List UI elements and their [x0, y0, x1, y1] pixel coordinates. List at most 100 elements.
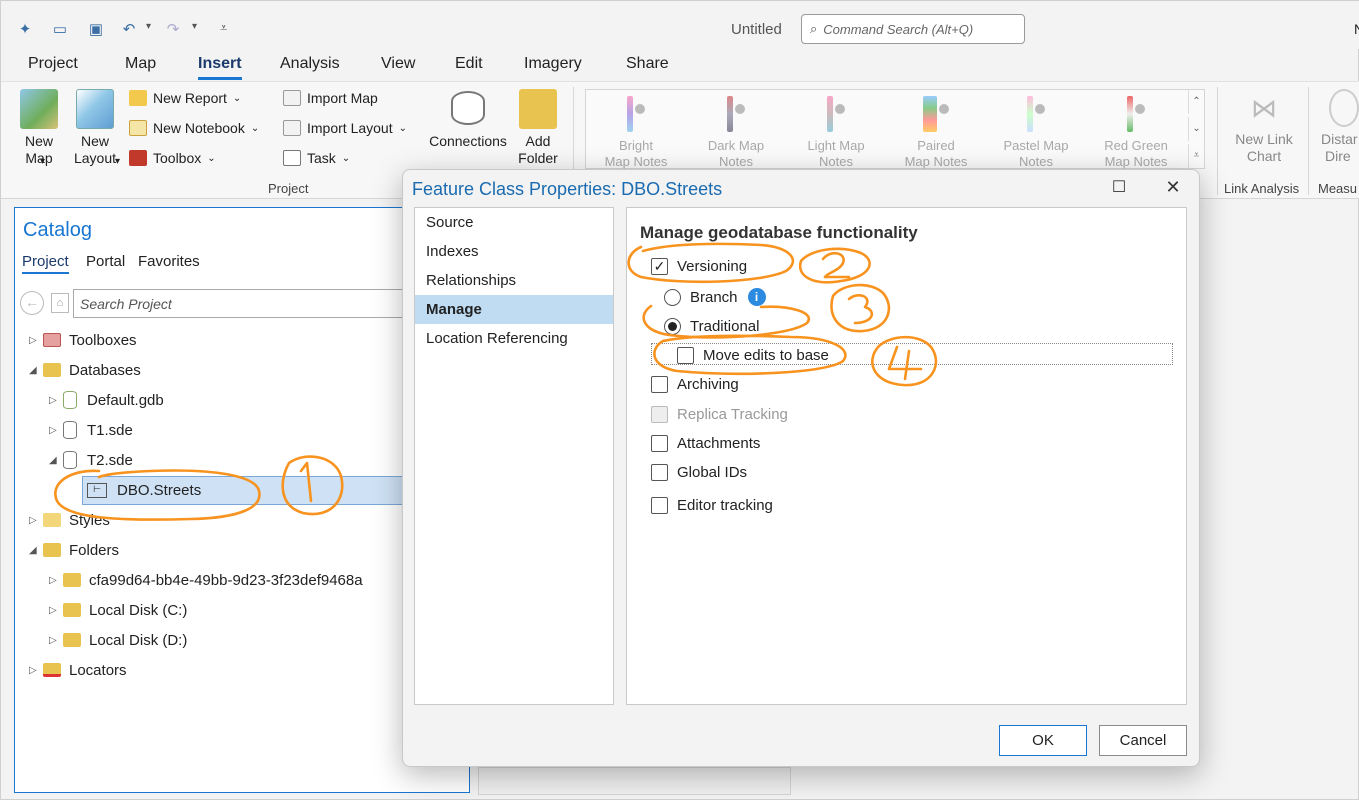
traditional-option[interactable]: Traditional	[664, 315, 759, 337]
tree-label: Folders	[69, 541, 120, 559]
global-ids-checkbox[interactable]	[651, 463, 668, 481]
gallery-label: Pastel Map	[1003, 138, 1069, 153]
expand-caret-icon[interactable]: ▷	[29, 335, 43, 346]
import-map-button[interactable]: Import Map	[283, 90, 378, 106]
cancel-button[interactable]: Cancel	[1099, 725, 1187, 756]
tree-item-local-disk-c[interactable]: ▷ Local Disk (C:)	[49, 599, 187, 621]
tree-item-local-disk-d[interactable]: ▷ Local Disk (D:)	[49, 629, 187, 651]
tab-analysis[interactable]: Analysis	[280, 55, 340, 73]
gallery-item-paired[interactable]: Paired Map Notes	[888, 94, 984, 170]
redo-dropdown-icon[interactable]: ▾	[192, 21, 197, 32]
catalog-tab-project[interactable]: Project	[22, 253, 69, 274]
tree-item-styles[interactable]: ▷ Styles	[29, 509, 110, 531]
gallery-item-light[interactable]: Light Map Notes	[788, 94, 884, 170]
editor-tracking-checkbox[interactable]	[651, 496, 668, 514]
catalog-tab-favorites[interactable]: Favorites	[138, 253, 200, 270]
nav-item-relationships[interactable]: Relationships	[415, 266, 613, 295]
new-link-chart-button[interactable]: ⋈ New Link Chart	[1227, 89, 1301, 165]
tree-item-toolboxes[interactable]: ▷ Toolboxes	[29, 329, 137, 351]
maximize-icon[interactable]: ☐	[1105, 177, 1133, 197]
tree-item-locators[interactable]: ▷ Locators	[29, 659, 127, 681]
tab-insert[interactable]: Insert	[198, 55, 242, 80]
archiving-option[interactable]: Archiving	[651, 373, 739, 395]
info-icon[interactable]: i	[747, 288, 766, 306]
archiving-checkbox[interactable]	[651, 375, 668, 393]
back-arrow-icon[interactable]: ←	[20, 291, 44, 315]
new-map-dropdown-icon[interactable]: ▾	[40, 156, 45, 167]
gallery-scroll-down-icon[interactable]: ⌄	[1188, 117, 1204, 141]
task-button[interactable]: Task ⌄	[283, 150, 350, 166]
expand-caret-icon[interactable]: ▷	[49, 605, 63, 616]
expand-caret-icon[interactable]: ▷	[49, 635, 63, 646]
nav-item-source[interactable]: Source	[415, 208, 613, 237]
toolbox-button[interactable]: Toolbox ⌄	[129, 150, 216, 166]
ok-button[interactable]: OK	[999, 725, 1087, 756]
attachments-option[interactable]: Attachments	[651, 432, 760, 454]
tree-item-project-folder[interactable]: ▷ cfa99d64-bb4e-49bb-9d23-3f23def9468a	[49, 569, 363, 591]
tree-item-folders[interactable]: ◢ Folders	[29, 539, 119, 561]
expand-caret-icon[interactable]: ▷	[49, 425, 63, 436]
gallery-item-dark[interactable]: Dark Map Notes	[688, 94, 784, 170]
undo-icon[interactable]: ↶	[118, 18, 140, 40]
home-icon[interactable]: ⌂	[51, 293, 69, 313]
collapse-caret-icon[interactable]: ◢	[49, 455, 63, 466]
gallery-item-red-green[interactable]: Red Green Map Notes	[1088, 94, 1184, 170]
branch-option[interactable]: Branch i	[664, 286, 766, 308]
traditional-radio[interactable]	[664, 317, 681, 335]
tab-map[interactable]: Map	[125, 55, 156, 73]
tab-view[interactable]: View	[381, 55, 415, 73]
tab-share[interactable]: Share	[626, 55, 669, 73]
command-search-input[interactable]: ⌕ Command Search (Alt+Q)	[801, 14, 1025, 44]
open-project-icon[interactable]: ▭	[49, 18, 71, 40]
new-notebook-button[interactable]: New Notebook ⌄	[129, 120, 259, 136]
tree-item-default-gdb[interactable]: ▷ Default.gdb	[49, 389, 164, 411]
tab-edit[interactable]: Edit	[455, 55, 483, 73]
catalog-tab-portal[interactable]: Portal	[86, 253, 125, 270]
versioning-checkbox[interactable]: ✓	[651, 257, 668, 275]
new-link-chart-label: New Link Chart	[1235, 131, 1293, 164]
expand-caret-icon[interactable]: ▷	[29, 515, 43, 526]
gallery-label: Map Notes	[1104, 154, 1168, 169]
save-project-icon[interactable]: ▣	[85, 18, 107, 40]
collapse-caret-icon[interactable]: ◢	[29, 545, 43, 556]
report-icon	[129, 90, 147, 106]
close-icon[interactable]: ✕	[1159, 177, 1187, 198]
add-folder-button[interactable]: Add Folder	[513, 89, 563, 167]
tree-item-databases[interactable]: ◢ Databases	[29, 359, 141, 381]
undo-dropdown-icon[interactable]: ▾	[146, 21, 151, 32]
collapse-caret-icon[interactable]: ◢	[29, 365, 43, 376]
tab-imagery[interactable]: Imagery	[524, 55, 582, 73]
move-edits-checkbox[interactable]	[677, 346, 694, 364]
nav-item-indexes[interactable]: Indexes	[415, 237, 613, 266]
move-edits-option[interactable]: Move edits to base	[677, 344, 829, 366]
distance-direction-button[interactable]: Distar Dire	[1315, 89, 1359, 165]
new-report-button[interactable]: New Report ⌄	[129, 90, 241, 106]
versioning-option[interactable]: ✓ Versioning	[651, 255, 747, 277]
tree-item-dbo-streets[interactable]: ⊢ DBO.Streets	[87, 479, 201, 501]
import-map-label: Import Map	[307, 90, 378, 106]
tree-item-t1-sde[interactable]: ▷ T1.sde	[49, 419, 133, 441]
editor-tracking-option[interactable]: Editor tracking	[651, 494, 773, 516]
import-layout-button[interactable]: Import Layout ⌄	[283, 120, 407, 136]
expand-caret-icon[interactable]: ▷	[29, 665, 43, 676]
new-project-icon[interactable]: ✦	[14, 18, 36, 40]
nav-item-manage[interactable]: Manage	[415, 295, 613, 324]
attachments-checkbox[interactable]	[651, 434, 668, 452]
global-ids-option[interactable]: Global IDs	[651, 461, 747, 483]
expand-caret-icon[interactable]: ▷	[49, 395, 63, 406]
new-layout-dropdown-icon[interactable]: ▾	[115, 156, 120, 167]
gallery-scroll-up-icon[interactable]: ⌃	[1188, 90, 1204, 114]
customize-toolbar-icon[interactable]: ⩡	[220, 20, 227, 36]
catalog-search-input[interactable]: Search Project	[73, 289, 413, 318]
tab-project[interactable]: Project	[28, 55, 78, 73]
connections-button[interactable]: Connections	[425, 91, 511, 150]
expand-caret-icon[interactable]: ▷	[49, 575, 63, 586]
gallery-expand-icon[interactable]: ⩡	[1188, 144, 1204, 168]
nav-item-location-referencing[interactable]: Location Referencing	[415, 324, 613, 353]
branch-radio[interactable]	[664, 288, 681, 306]
gallery-item-bright[interactable]: Bright Map Notes	[588, 94, 684, 170]
new-map-button[interactable]: New Map	[15, 89, 63, 167]
gallery-item-pastel[interactable]: Pastel Map Notes	[988, 94, 1084, 170]
tree-item-t2-sde[interactable]: ◢ T2.sde	[49, 449, 133, 471]
redo-icon[interactable]: ↷	[162, 18, 184, 40]
